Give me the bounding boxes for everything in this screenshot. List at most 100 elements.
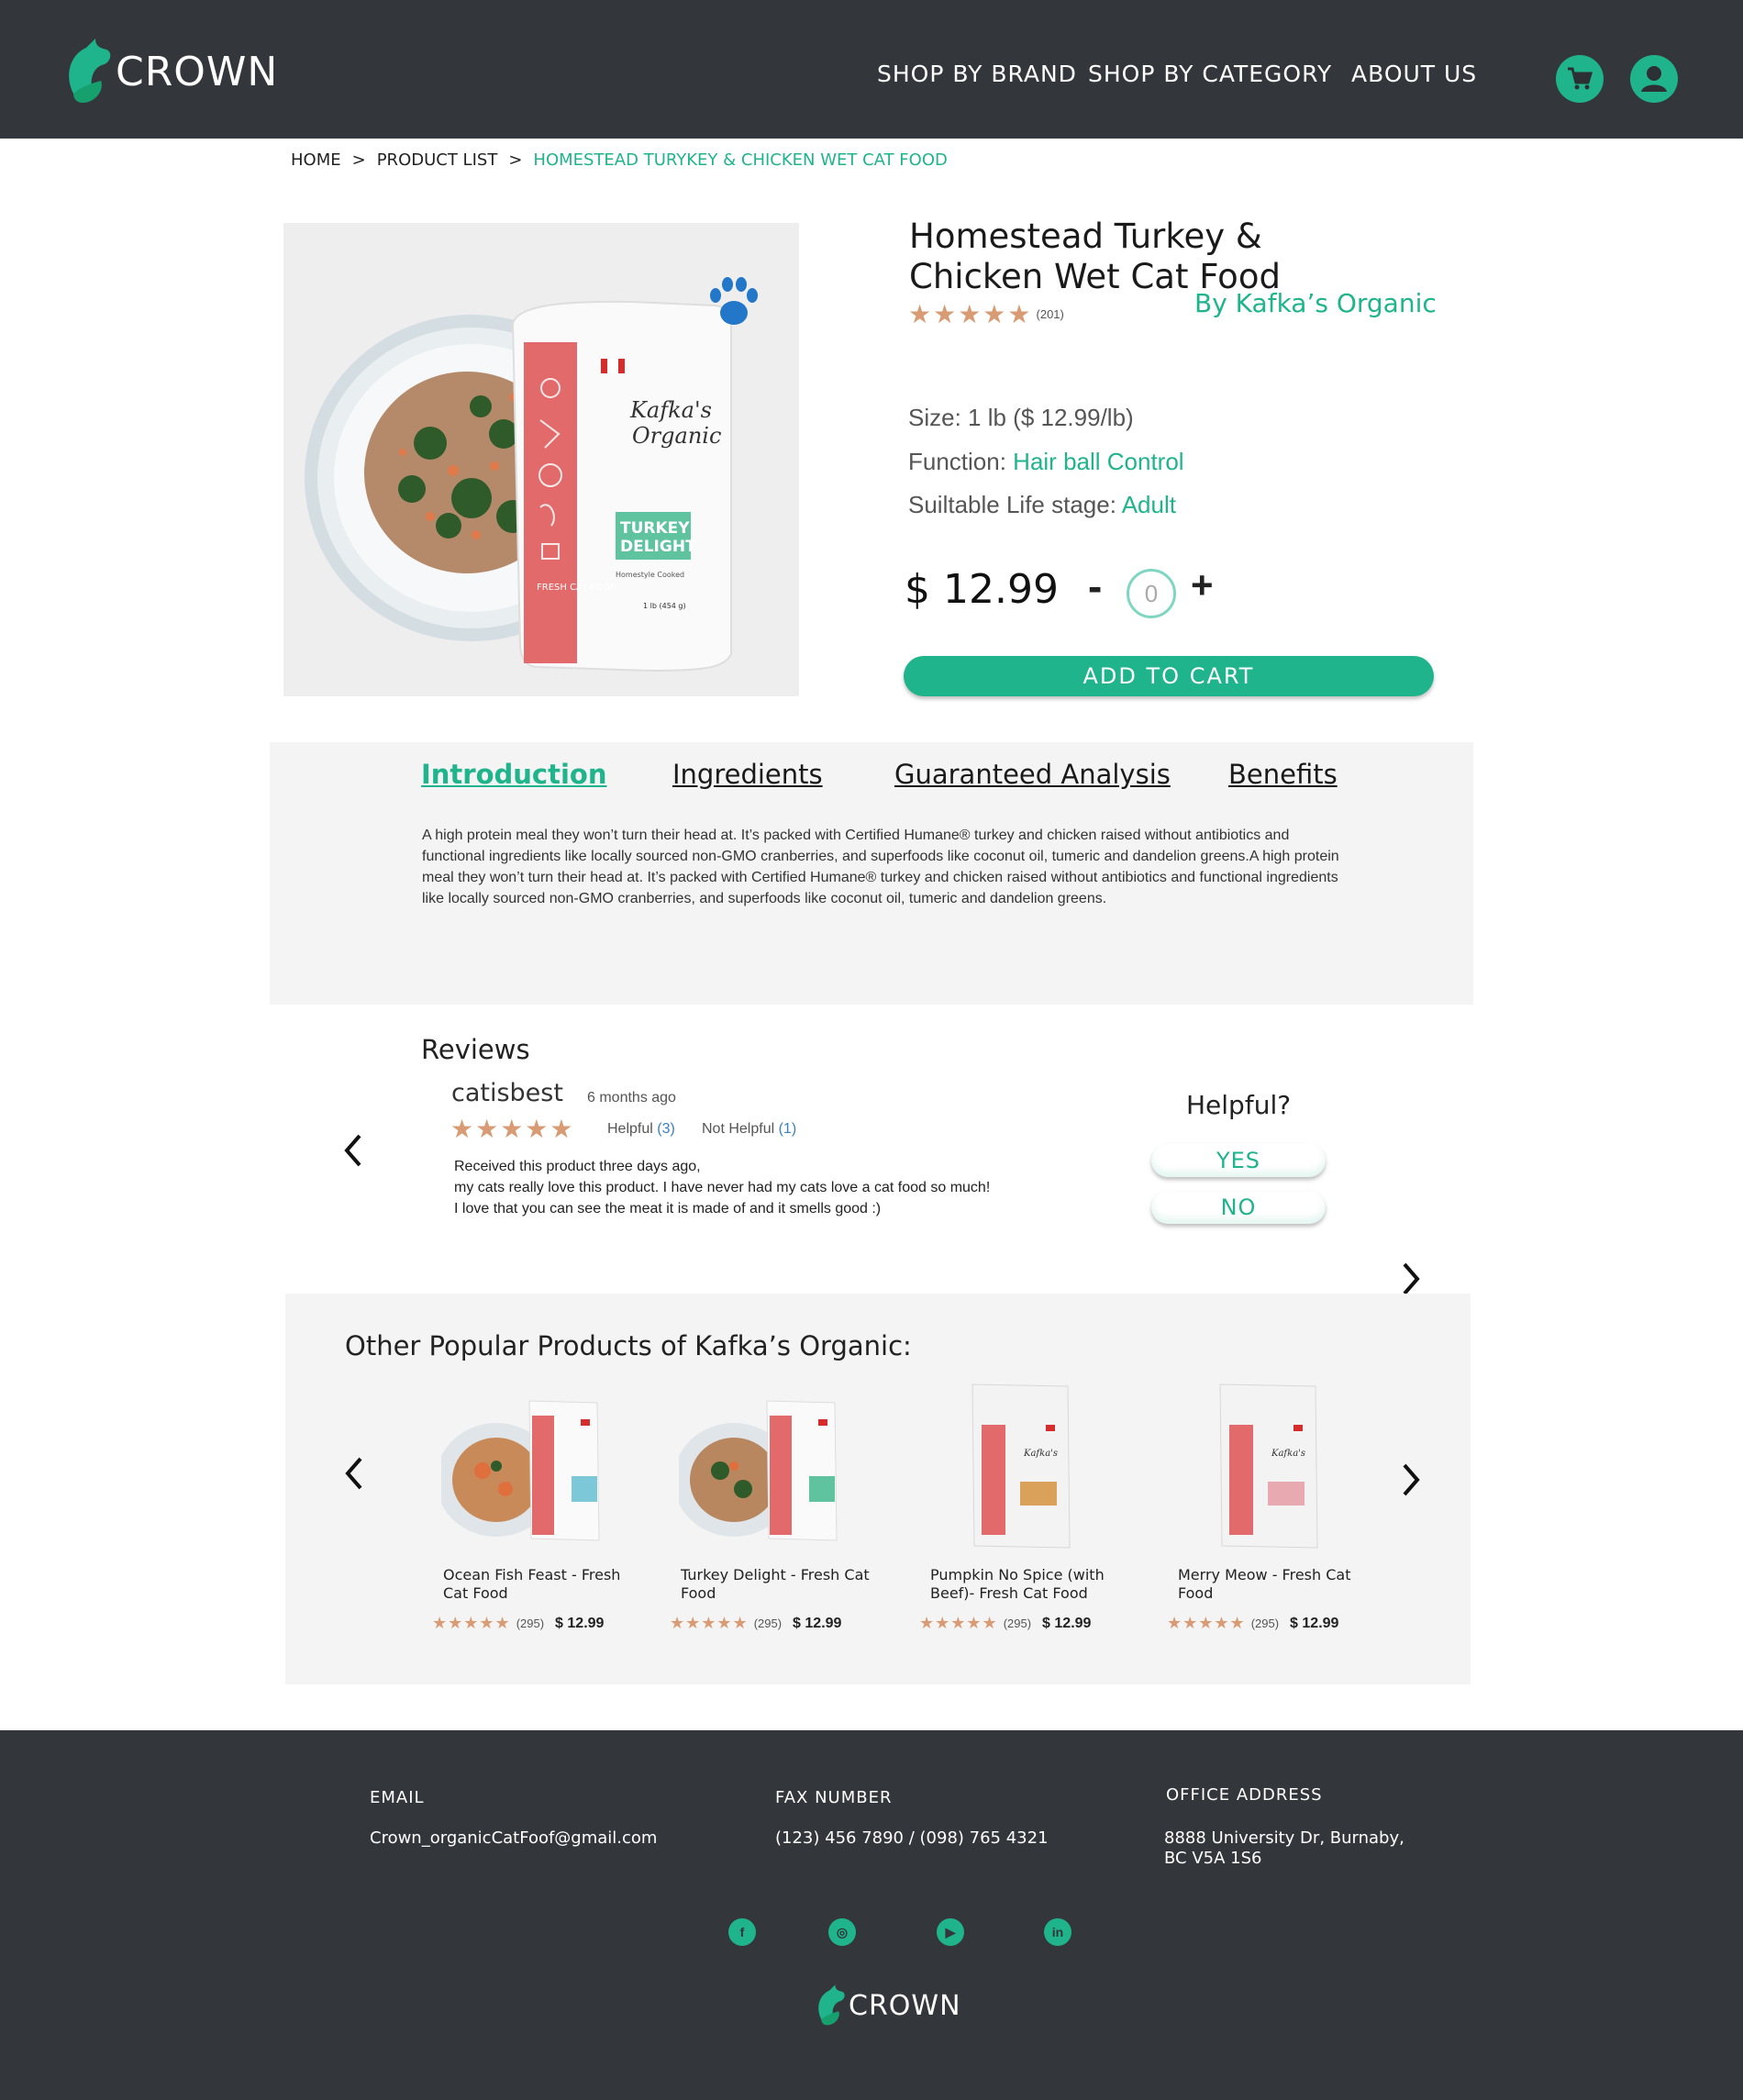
product-card-count: (295) bbox=[1003, 1617, 1032, 1630]
brand-link[interactable]: By Kafka’s Organic bbox=[1194, 288, 1437, 318]
facebook-icon[interactable]: f bbox=[728, 1918, 756, 1946]
breadcrumb-current: HOMESTEAD TURYKEY & CHICKEN WET CAT FOOD bbox=[533, 150, 948, 170]
reviewer-name: catisbest bbox=[451, 1079, 563, 1107]
product-card-price: $ 12.99 bbox=[555, 1615, 605, 1631]
package-side-text: FRESH CAT FOOD bbox=[537, 583, 617, 593]
review-body: Received this product three days ago, my… bbox=[454, 1156, 990, 1219]
product-card-count: (295) bbox=[1250, 1617, 1280, 1630]
package-sub: Homestyle Cooked bbox=[616, 571, 684, 579]
chevron-left-icon bbox=[345, 1457, 362, 1490]
footer-logo-text: CROWN bbox=[849, 1989, 961, 2022]
tab-guaranteed-analysis[interactable]: Guaranteed Analysis bbox=[894, 759, 1171, 790]
youtube-icon[interactable]: ▶ bbox=[937, 1918, 964, 1946]
helpful-yes-button[interactable]: YES bbox=[1151, 1144, 1326, 1177]
quantity-decrement-button[interactable]: - bbox=[1088, 561, 1102, 611]
product-card-stars: ★★★★★ bbox=[432, 1614, 511, 1632]
breadcrumb-product-list[interactable]: PRODUCT LIST bbox=[377, 150, 498, 170]
product-card[interactable]: Turkey Delight - Fresh Cat Food ★★★★★ (2… bbox=[670, 1379, 881, 1632]
product-card[interactable]: Kafka's Merry Meow - Fresh Cat Food ★★★★… bbox=[1167, 1379, 1378, 1632]
product-card-image: Kafka's bbox=[928, 1379, 1112, 1553]
instagram-icon[interactable]: ◎ bbox=[828, 1918, 856, 1946]
footer-logo[interactable]: CROWN bbox=[816, 1984, 961, 2027]
function-info: Function: Hair ball Control bbox=[908, 448, 1184, 476]
product-card-meta: ★★★★★ (295) $ 12.99 bbox=[1167, 1614, 1338, 1633]
life-stage-value[interactable]: Adult bbox=[1122, 491, 1176, 518]
footer-email[interactable]: Crown_organicCatFoof@gmail.com bbox=[370, 1828, 657, 1849]
breadcrumb-home[interactable]: HOME bbox=[291, 150, 341, 170]
review-stars: ★★★★★ bbox=[450, 1115, 575, 1143]
product-card-name[interactable]: Turkey Delight - Fresh Cat Food bbox=[681, 1566, 878, 1603]
helpful-no-button[interactable]: NO bbox=[1151, 1191, 1326, 1224]
review-line: I love that you can see the meat it is m… bbox=[454, 1201, 882, 1217]
rating-count[interactable]: (201) bbox=[1037, 307, 1064, 321]
footer-fax: (123) 456 7890 / (098) 765 4321 bbox=[775, 1828, 1049, 1848]
size-info: Size: 1 lb ($ 12.99/lb) bbox=[908, 404, 1134, 431]
tab-introduction[interactable]: Introduction bbox=[421, 759, 607, 790]
function-value[interactable]: Hair ball Control bbox=[1013, 448, 1183, 475]
helpful-count-value: (3) bbox=[657, 1121, 675, 1137]
review-prev-button[interactable] bbox=[341, 1130, 365, 1176]
product-image: FRESH CAT FOOD Kafka's Organic TURKEY DE… bbox=[283, 223, 799, 696]
product-card-image bbox=[436, 1379, 625, 1553]
footer-address-line: 8888 University Dr, Burnaby, bbox=[1164, 1828, 1404, 1848]
package-flavor-1: TURKEY bbox=[620, 519, 690, 538]
breadcrumb: HOME > PRODUCT LIST > HOMESTEAD TURYKEY … bbox=[291, 150, 948, 170]
product-card-name[interactable]: Merry Meow - Fresh Cat Food bbox=[1178, 1566, 1375, 1603]
footer bbox=[0, 1730, 1743, 2100]
package-weight: 1 lb (454 g) bbox=[643, 602, 686, 610]
not-helpful-count: Not Helpful (1) bbox=[702, 1121, 796, 1138]
product-card[interactable]: Ocean Fish Feast - Fresh Cat Food ★★★★★ … bbox=[432, 1379, 643, 1632]
chevron-right-icon bbox=[1403, 1463, 1420, 1496]
nav-shop-by-category[interactable]: SHOP BY CATEGORY bbox=[1088, 61, 1332, 87]
helpful-label: Helpful bbox=[607, 1121, 658, 1137]
popular-next-button[interactable] bbox=[1399, 1460, 1423, 1506]
footer-email-label: EMAIL bbox=[370, 1788, 425, 1807]
product-card-stars: ★★★★★ bbox=[919, 1614, 998, 1632]
tab-ingredients[interactable]: Ingredients bbox=[672, 759, 823, 790]
product-card-name[interactable]: Ocean Fish Feast - Fresh Cat Food bbox=[443, 1566, 640, 1603]
footer-address-label: OFFICE ADDRESS bbox=[1166, 1785, 1323, 1805]
user-icon bbox=[1641, 66, 1667, 92]
rating-stars: ★★★★★ bbox=[908, 300, 1033, 328]
review-timestamp: 6 months ago bbox=[587, 1090, 676, 1106]
review-line: Received this product three days ago, bbox=[454, 1159, 701, 1174]
linkedin-icon[interactable]: in bbox=[1044, 1918, 1071, 1946]
add-to-cart-button[interactable]: ADD TO CART bbox=[904, 656, 1434, 696]
breadcrumb-separator: > bbox=[351, 150, 366, 170]
helpful-question: Helpful? bbox=[1186, 1090, 1292, 1120]
package-brand-top: Kafka's bbox=[629, 397, 712, 423]
tab-benefits[interactable]: Benefits bbox=[1228, 759, 1338, 790]
nav-about-us[interactable]: ABOUT US bbox=[1351, 61, 1477, 87]
account-button[interactable] bbox=[1630, 55, 1678, 103]
quantity-field[interactable]: 0 bbox=[1127, 569, 1176, 618]
function-label: Function: bbox=[908, 448, 1014, 475]
quantity-increment-button[interactable]: + bbox=[1191, 563, 1214, 607]
product-rating: ★★★★★ (201) bbox=[908, 299, 1064, 329]
product-card-image: Kafka's bbox=[1176, 1379, 1360, 1553]
chevron-left-icon bbox=[344, 1134, 361, 1167]
footer-fax-label: FAX NUMBER bbox=[775, 1788, 893, 1807]
package-flavor-2: DELIGHT bbox=[620, 538, 696, 556]
popular-prev-button[interactable] bbox=[342, 1453, 366, 1499]
svg-text:Kafka's: Kafka's bbox=[1023, 1449, 1058, 1459]
product-card-stars: ★★★★★ bbox=[670, 1614, 749, 1632]
svg-text:Kafka's: Kafka's bbox=[1271, 1449, 1305, 1459]
product-card-price: $ 12.99 bbox=[1290, 1615, 1339, 1631]
product-price: $ 12.99 bbox=[905, 566, 1059, 613]
product-card-meta: ★★★★★ (295) $ 12.99 bbox=[670, 1614, 841, 1633]
cart-button[interactable] bbox=[1556, 55, 1604, 103]
leaf-cat-icon bbox=[818, 1984, 845, 2026]
leaf-cat-icon bbox=[69, 39, 111, 103]
product-card-image bbox=[673, 1379, 862, 1553]
product-card[interactable]: Kafka's Pumpkin No Spice (with Beef)- Fr… bbox=[919, 1379, 1130, 1632]
helpful-count: Helpful (3) bbox=[607, 1121, 675, 1138]
product-card-meta: ★★★★★ (295) $ 12.99 bbox=[919, 1614, 1091, 1633]
product-card-name[interactable]: Pumpkin No Spice (with Beef)- Fresh Cat … bbox=[930, 1566, 1127, 1603]
review-line: my cats really love this product. I have… bbox=[454, 1180, 991, 1195]
chevron-right-icon bbox=[1403, 1262, 1420, 1295]
footer-address: 8888 University Dr, Burnaby, BC V5A 1S6 bbox=[1164, 1828, 1404, 1869]
not-helpful-label: Not Helpful bbox=[702, 1121, 779, 1137]
nav-shop-by-brand[interactable]: SHOP BY BRAND bbox=[877, 61, 1077, 87]
footer-address-line: BC V5A 1S6 bbox=[1164, 1849, 1262, 1868]
logo[interactable]: CROWN bbox=[64, 39, 278, 105]
